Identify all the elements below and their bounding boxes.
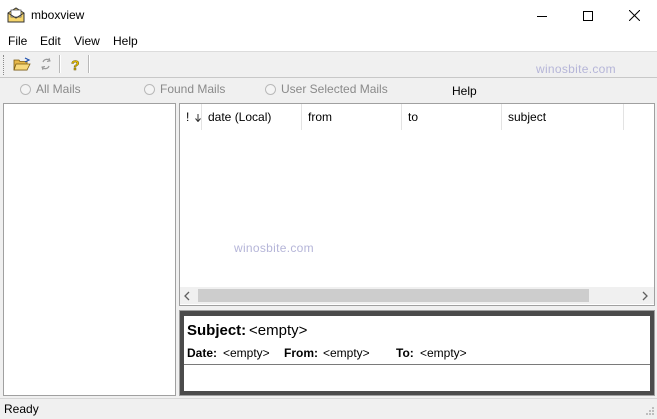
scroll-left-arrow-icon[interactable] — [183, 290, 191, 304]
toolbar-separator — [59, 55, 61, 73]
menu-view[interactable]: View — [74, 34, 100, 48]
radio-circle-icon — [20, 83, 31, 95]
help-question-icon[interactable]: ? — [64, 54, 86, 74]
column-header-to[interactable]: to — [402, 104, 502, 130]
preview-header-divider — [184, 364, 650, 365]
column-flag-label: ! — [186, 110, 190, 124]
menu-file[interactable]: File — [8, 34, 27, 48]
resize-grip-icon[interactable] — [644, 405, 655, 419]
list-watermark-text: winosbite.com — [234, 241, 314, 255]
maximize-button[interactable] — [565, 0, 611, 31]
from-label: From: — [284, 346, 318, 360]
radio-circle-icon — [265, 83, 276, 95]
help-button[interactable]: Help — [452, 84, 477, 98]
horizontal-scrollbar-thumb[interactable] — [198, 289, 589, 302]
radio-user-selected-mails-label: User Selected Mails — [281, 82, 388, 96]
radio-found-mails[interactable]: Found Mails — [144, 82, 225, 96]
column-header-subject[interactable]: subject — [502, 104, 624, 130]
subject-value: <empty> — [249, 322, 308, 339]
refresh-icon[interactable] — [35, 54, 57, 74]
status-text: Ready — [4, 402, 39, 416]
column-header-flag[interactable]: ! — [180, 104, 202, 130]
open-folder-icon[interactable] — [11, 54, 33, 74]
watermark-text: winosbite.com — [536, 62, 616, 76]
subject-label: Subject: — [187, 322, 247, 339]
mail-list-panel[interactable] — [179, 103, 655, 306]
radio-circle-icon — [144, 83, 155, 95]
menu-help[interactable]: Help — [113, 34, 138, 48]
svg-text:?: ? — [71, 57, 80, 72]
to-value: <empty> — [420, 346, 467, 360]
toolbar-grip[interactable] — [3, 55, 7, 75]
sort-arrow-down-icon — [194, 114, 201, 123]
to-label: To: — [396, 346, 414, 360]
column-header-date[interactable]: date (Local) — [202, 104, 302, 130]
column-header-from[interactable]: from — [302, 104, 402, 130]
menu-edit[interactable]: Edit — [40, 34, 61, 48]
window-title: mboxview — [31, 8, 85, 22]
envelope-app-icon — [7, 7, 25, 23]
radio-all-mails[interactable]: All Mails — [20, 82, 81, 96]
from-value: <empty> — [323, 346, 370, 360]
minimize-button[interactable] — [519, 0, 565, 31]
radio-all-mails-label: All Mails — [36, 82, 81, 96]
date-value: <empty> — [223, 346, 270, 360]
date-label: Date: — [187, 346, 218, 360]
radio-user-selected-mails[interactable]: User Selected Mails — [265, 82, 388, 96]
close-button[interactable] — [611, 0, 657, 31]
scroll-right-arrow-icon[interactable] — [641, 290, 649, 304]
status-bar — [0, 398, 657, 419]
folder-tree-panel[interactable] — [3, 103, 176, 396]
toolbar-separator-2 — [88, 55, 90, 73]
radio-found-mails-label: Found Mails — [160, 82, 226, 96]
